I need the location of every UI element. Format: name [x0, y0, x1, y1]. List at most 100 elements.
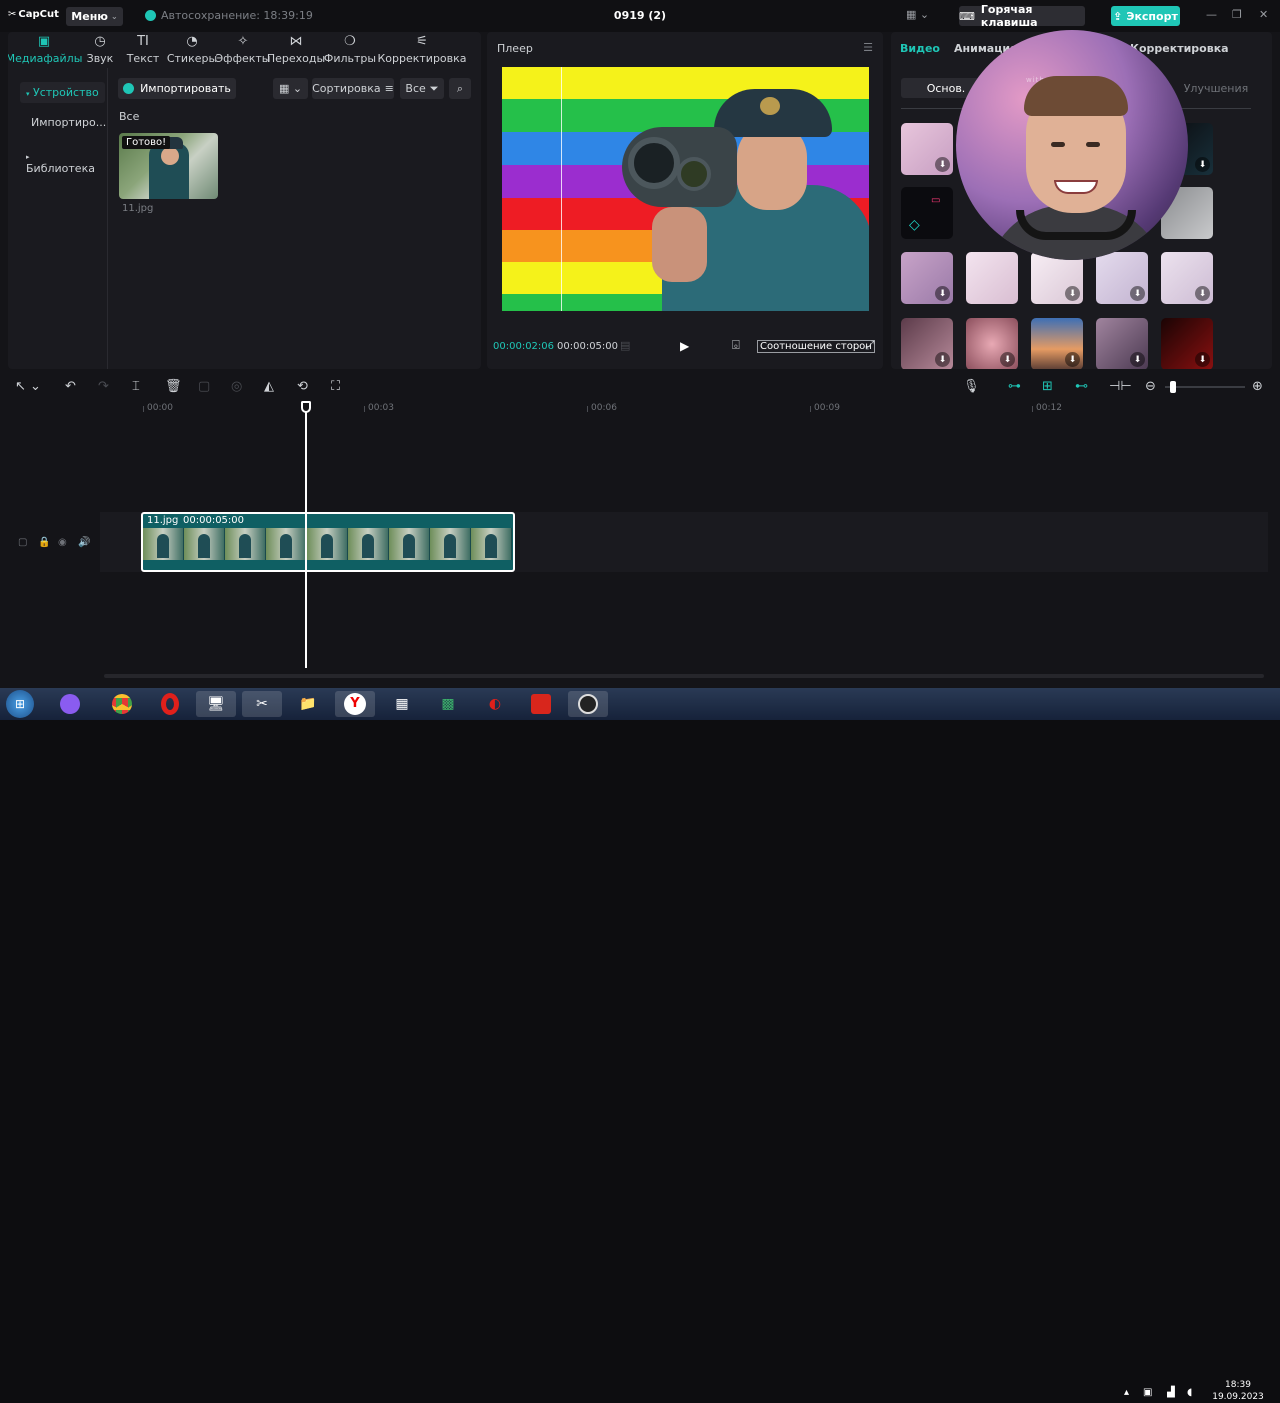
- taskbar-obs[interactable]: [568, 691, 608, 717]
- linkage-icon[interactable]: ⊷: [1075, 379, 1088, 395]
- speaker-icon[interactable]: 🔊: [78, 537, 90, 548]
- taskbar-clock[interactable]: 18:39 19.09.2023: [1212, 1379, 1264, 1403]
- timeline-scrollbar[interactable]: [104, 674, 1264, 678]
- mirror-icon[interactable]: ◭: [264, 379, 274, 395]
- playhead-handle[interactable]: [301, 401, 311, 413]
- tab-media[interactable]: ▣ Медиафайлы: [8, 32, 82, 68]
- stripe-yellow: [502, 67, 869, 99]
- neon-shape-icon: ◇: [909, 217, 920, 233]
- tab-text[interactable]: TI Текст: [120, 32, 166, 68]
- freeze-icon[interactable]: ▢: [198, 379, 210, 395]
- taskbar-capcut[interactable]: ✂: [242, 691, 282, 717]
- microphone-icon[interactable]: 🎙: [963, 379, 980, 395]
- view-mode-button[interactable]: ▦ ⌄: [273, 78, 308, 99]
- search-button[interactable]: ⌕: [449, 78, 471, 99]
- zoom-slider-handle[interactable]: [1170, 381, 1176, 393]
- taskbar-excel[interactable]: ▩: [428, 691, 468, 717]
- effect-tile[interactable]: ⬇: [901, 123, 953, 175]
- sort-button[interactable]: Сортировка ≡: [312, 78, 394, 99]
- undo-icon[interactable]: ↶: [65, 379, 76, 395]
- taskbar-calculator[interactable]: ▦: [382, 691, 422, 717]
- download-icon: ⬇: [1065, 286, 1080, 301]
- split-icon[interactable]: ⌶: [132, 379, 140, 395]
- effect-tile[interactable]: ⬇: [901, 252, 953, 304]
- opera-icon: [161, 693, 179, 715]
- search-icon: ⌕: [456, 81, 464, 95]
- track-cover-icon[interactable]: ▢: [18, 537, 27, 548]
- restore-button[interactable]: ❐: [1232, 8, 1242, 21]
- taskbar-chrome[interactable]: [102, 691, 142, 717]
- officer-hand: [652, 207, 707, 282]
- delete-icon[interactable]: 🗑: [165, 379, 182, 395]
- effect-tile[interactable]: ⬇: [1096, 318, 1148, 369]
- timeline-clip[interactable]: 11.jpg 00:00:05:00: [141, 512, 515, 572]
- video-preview[interactable]: [502, 67, 869, 311]
- tray-app-icon[interactable]: ▣: [1143, 1387, 1152, 1398]
- tab-filters[interactable]: ❍ Фильтры: [324, 32, 376, 68]
- subtab-enhance[interactable]: Улучшения: [1181, 78, 1251, 98]
- aspect-ratio-button[interactable]: Соотношение сторон: [757, 340, 875, 353]
- taskbar-yandex[interactable]: Y: [335, 691, 375, 717]
- taskbar-alice[interactable]: [50, 691, 90, 717]
- media-panel: ▣ Медиафайлы ◷ Звук TI Текст ◔ Стикеры ✧…: [8, 32, 481, 369]
- taskbar-app-red[interactable]: ◐: [475, 691, 515, 717]
- tab-correction[interactable]: Корректировка: [1130, 42, 1229, 55]
- sidebar-item-library[interactable]: ▸ Библиотека: [20, 145, 107, 179]
- taskbar-acrobat[interactable]: [521, 691, 561, 717]
- effect-tile[interactable]: ⬇: [1031, 318, 1083, 369]
- start-button[interactable]: ⊞: [6, 690, 34, 718]
- minimize-button[interactable]: —: [1206, 8, 1217, 21]
- taskbar-opera[interactable]: [150, 691, 190, 717]
- eye-icon[interactable]: ◉: [58, 537, 67, 548]
- mask-icon[interactable]: ◎: [231, 379, 242, 395]
- zoom-out-icon[interactable]: ⊖: [1145, 379, 1156, 395]
- snapshot-button[interactable]: ⌻: [732, 338, 740, 353]
- import-button[interactable]: Импортировать: [118, 78, 236, 99]
- playhead-line[interactable]: [305, 402, 307, 668]
- zoom-in-icon[interactable]: ⊕: [1252, 379, 1263, 395]
- auto-snap-icon[interactable]: ⊞: [1042, 379, 1053, 395]
- tab-video[interactable]: Видео: [900, 42, 940, 55]
- play-button[interactable]: ▶: [680, 339, 689, 353]
- sidebar-item-device[interactable]: ▾ Устройство: [20, 82, 105, 103]
- player-panel: Плеер ☰ 00:00:02:06 00:00:05:00 ▤ ▶ ⌻ Со…: [487, 32, 883, 369]
- sidebar-item-imported[interactable]: Импортиро...: [31, 116, 106, 129]
- effect-tile[interactable]: ◇ ▭: [901, 187, 953, 239]
- export-button[interactable]: ⇪ Экспорт: [1111, 6, 1180, 26]
- app-logo: ✂ CapCut: [8, 9, 59, 20]
- menu-button[interactable]: Меню ⌄: [66, 7, 123, 26]
- tab-adjustment[interactable]: ⚟ Корректировка: [376, 32, 468, 68]
- close-button[interactable]: ✕: [1259, 8, 1268, 21]
- volume-icon[interactable]: ◖: [1187, 1387, 1192, 1398]
- media-item-thumbnail[interactable]: Готово!: [119, 133, 218, 199]
- caret-down-icon: ▾: [26, 90, 30, 98]
- tray-arrow-icon[interactable]: ▴: [1124, 1387, 1129, 1398]
- select-tool-icon[interactable]: ↖ ⌄: [15, 379, 41, 395]
- crop-icon[interactable]: ⛶: [331, 379, 340, 395]
- zoom-slider[interactable]: [1165, 386, 1245, 388]
- fullscreen-button[interactable]: ⤢: [865, 338, 875, 353]
- tab-audio[interactable]: ◷ Звук: [80, 32, 120, 68]
- rotate-icon[interactable]: ⟲: [297, 379, 308, 395]
- effect-tile[interactable]: ⬇: [901, 318, 953, 369]
- filter-button[interactable]: Все ⏷: [400, 78, 444, 99]
- lock-icon[interactable]: 🔒: [38, 537, 50, 548]
- effect-tile[interactable]: ⬇: [1161, 252, 1213, 304]
- menu-icon[interactable]: ☰: [863, 41, 873, 54]
- taskbar-explorer[interactable]: 📁: [288, 691, 328, 717]
- taskbar-monitor[interactable]: 🖥: [196, 691, 236, 717]
- officer-cap-badge: [760, 97, 780, 115]
- tab-effects[interactable]: ✧ Эффекты: [216, 32, 271, 68]
- effect-tile[interactable]: ⬇: [966, 318, 1018, 369]
- effect-tile[interactable]: ⬇: [1161, 318, 1213, 369]
- tab-stickers[interactable]: ◔ Стикеры: [166, 32, 218, 68]
- hotkey-button[interactable]: ⌨ Горячая клавиша: [959, 3, 1085, 29]
- redo-icon[interactable]: ↷: [98, 379, 109, 395]
- preview-axis-icon[interactable]: ⊣⊢: [1109, 379, 1132, 395]
- main-track-magnet-icon[interactable]: ⊶: [1008, 379, 1021, 395]
- layout-button[interactable]: ▦ ⌄: [906, 8, 934, 24]
- download-icon: ⬇: [935, 157, 950, 172]
- waveform-icon[interactable]: ▤: [620, 339, 630, 352]
- tab-transitions[interactable]: ⋈ Переходы: [267, 32, 325, 68]
- network-icon[interactable]: ▟: [1167, 1387, 1175, 1398]
